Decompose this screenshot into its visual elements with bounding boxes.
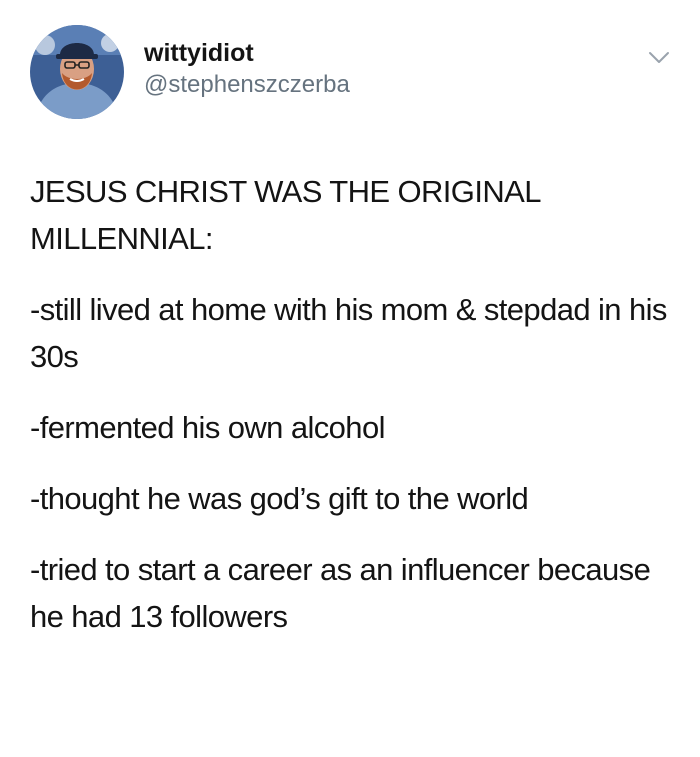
tweet-paragraph-item: -still lived at home with his mom & step… (30, 292, 667, 374)
chevron-down-icon[interactable] (648, 50, 670, 66)
tweet-paragraph-item: -tried to start a career as an influence… (30, 552, 651, 634)
tweet-author: wittyidiot @stephenszczerba (144, 37, 350, 101)
tweet-card: wittyidiot @stephenszczerba JESUS CHRIST… (0, 0, 700, 757)
tweet-header: wittyidiot @stephenszczerba (30, 25, 350, 119)
tweet-paragraph-item: -thought he was god’s gift to the world (30, 481, 529, 516)
avatar[interactable] (30, 25, 124, 119)
tweet-paragraph-title: JESUS CHRIST WAS THE ORIGINAL MILLENNIAL… (30, 174, 540, 256)
tweet-paragraph-item: -fermented his own alcohol (30, 410, 385, 445)
tweet-text: JESUS CHRIST WAS THE ORIGINAL MILLENNIAL… (30, 168, 680, 640)
user-handle[interactable]: @stephenszczerba (144, 69, 350, 101)
display-name[interactable]: wittyidiot (144, 37, 350, 69)
